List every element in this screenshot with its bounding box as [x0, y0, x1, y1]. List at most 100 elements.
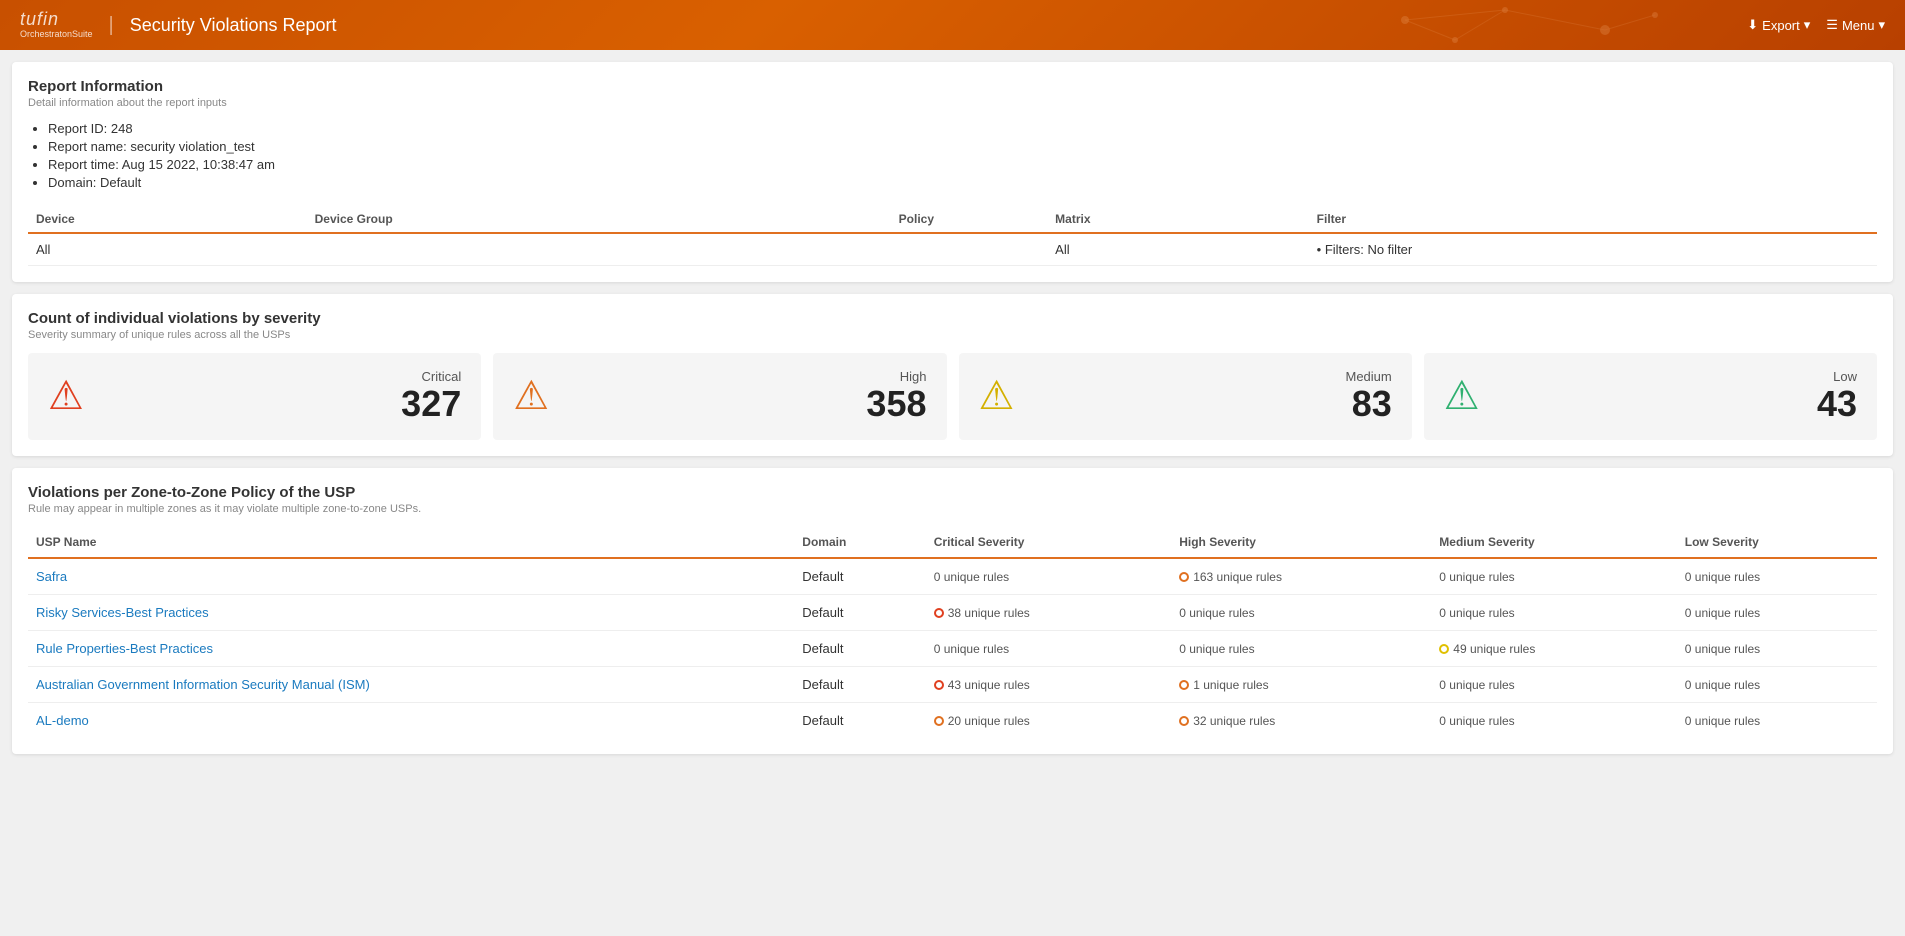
- severity-low-values: Low 43: [1817, 369, 1857, 424]
- bullet: •: [1317, 242, 1325, 257]
- report-info-card: Report Information Detail information ab…: [12, 62, 1893, 282]
- col-device: Device: [28, 206, 307, 233]
- col-medium-sev: Medium Severity: [1431, 527, 1676, 558]
- cell-usp-name[interactable]: Australian Government Information Securi…: [28, 666, 794, 702]
- col-critical-sev: Critical Severity: [926, 527, 1171, 558]
- severity-critical: ⚠ Critical 327: [28, 353, 481, 440]
- critical-icon: ⚠: [48, 373, 84, 419]
- list-item: Report name: security violation_test: [48, 139, 1877, 154]
- severity-low-count: 43: [1817, 384, 1857, 424]
- cell-low: 0 unique rules: [1677, 630, 1877, 666]
- cell-domain: Default: [794, 666, 925, 702]
- severity-critical-values: Critical 327: [401, 369, 461, 424]
- col-low-sev: Low Severity: [1677, 527, 1877, 558]
- download-icon: ⬇: [1747, 17, 1758, 33]
- cell-high: 0 unique rules: [1171, 594, 1431, 630]
- cell-device: All: [28, 233, 307, 266]
- severity-high: ⚠ High 358: [493, 353, 946, 440]
- export-button[interactable]: ⬇ Export ▾: [1747, 17, 1810, 33]
- low-icon: ⚠: [1444, 373, 1480, 419]
- cell-low: 0 unique rules: [1677, 702, 1877, 738]
- list-item: Report time: Aug 15 2022, 10:38:47 am: [48, 157, 1877, 172]
- cell-domain: Default: [794, 702, 925, 738]
- header: tufin OrchestratonSuite | Security Viola…: [0, 0, 1905, 50]
- col-device-group: Device Group: [307, 206, 786, 233]
- cell-low: 0 unique rules: [1677, 666, 1877, 702]
- report-info-title: Report Information: [28, 78, 1877, 95]
- severity-title: Count of individual violations by severi…: [28, 310, 1877, 327]
- cell-high: 163 unique rules: [1171, 558, 1431, 595]
- violations-table: USP Name Domain Critical Severity High S…: [28, 527, 1877, 738]
- col-high-sev: High Severity: [1171, 527, 1431, 558]
- col-domain: Domain: [794, 527, 925, 558]
- page-title: Security Violations Report: [130, 15, 337, 36]
- table-row: Rule Properties-Best Practices Default 0…: [28, 630, 1877, 666]
- cell-low: 0 unique rules: [1677, 594, 1877, 630]
- cell-critical: 0 unique rules: [926, 630, 1171, 666]
- table-row: Safra Default 0 unique rules 163 unique …: [28, 558, 1877, 595]
- cell-filter: • Filters: No filter: [1309, 233, 1877, 266]
- dot-red-icon: [934, 608, 944, 618]
- cell-policy: [786, 233, 1048, 266]
- cell-medium: 0 unique rules: [1431, 702, 1676, 738]
- cell-domain: Default: [794, 594, 925, 630]
- col-policy: Policy: [786, 206, 1048, 233]
- cell-domain: Default: [794, 630, 925, 666]
- report-info-subtitle: Detail information about the report inpu…: [28, 97, 1877, 109]
- cell-critical: 20 unique rules: [926, 702, 1171, 738]
- dot-red-icon: [934, 680, 944, 690]
- cell-high: 32 unique rules: [1171, 702, 1431, 738]
- cell-high: 0 unique rules: [1171, 630, 1431, 666]
- severity-high-values: High 358: [866, 369, 926, 424]
- severity-medium: ⚠ Medium 83: [959, 353, 1412, 440]
- cell-usp-name[interactable]: Safra: [28, 558, 794, 595]
- severity-high-label: High: [866, 369, 926, 384]
- cell-low: 0 unique rules: [1677, 558, 1877, 595]
- table-row: Risky Services-Best Practices Default 38…: [28, 594, 1877, 630]
- severity-subtitle: Severity summary of unique rules across …: [28, 329, 1877, 341]
- severity-medium-label: Medium: [1346, 369, 1392, 384]
- cell-high: 1 unique rules: [1171, 666, 1431, 702]
- cell-medium: 0 unique rules: [1431, 594, 1676, 630]
- cell-critical: 38 unique rules: [926, 594, 1171, 630]
- cell-usp-name[interactable]: Risky Services-Best Practices: [28, 594, 794, 630]
- col-matrix: Matrix: [1047, 206, 1309, 233]
- table-row: AL-demo Default 20 unique rules 32 uniqu…: [28, 702, 1877, 738]
- cell-device-group: [307, 233, 786, 266]
- chevron-down-icon: ▾: [1878, 17, 1885, 33]
- violations-card: Violations per Zone-to-Zone Policy of th…: [12, 468, 1893, 754]
- dot-orange-icon: [1179, 572, 1189, 582]
- menu-icon: ☰: [1826, 17, 1838, 33]
- menu-button[interactable]: ☰ Menu ▾: [1826, 17, 1885, 33]
- cell-critical: 0 unique rules: [926, 558, 1171, 595]
- filter-value: Filters: No filter: [1325, 242, 1412, 257]
- list-item: Report ID: 248: [48, 121, 1877, 136]
- dot-orange-icon: [934, 716, 944, 726]
- severity-low: ⚠ Low 43: [1424, 353, 1877, 440]
- cell-medium: 49 unique rules: [1431, 630, 1676, 666]
- header-right: ⬇ Export ▾ ☰ Menu ▾: [1747, 17, 1885, 33]
- medium-icon: ⚠: [979, 373, 1015, 419]
- chevron-down-icon: ▾: [1804, 17, 1811, 33]
- col-filter: Filter: [1309, 206, 1877, 233]
- cell-usp-name[interactable]: AL-demo: [28, 702, 794, 738]
- cell-medium: 0 unique rules: [1431, 558, 1676, 595]
- severity-critical-count: 327: [401, 384, 461, 424]
- cell-usp-name[interactable]: Rule Properties-Best Practices: [28, 630, 794, 666]
- cell-critical: 43 unique rules: [926, 666, 1171, 702]
- header-divider: |: [109, 14, 114, 37]
- report-info-list: Report ID: 248 Report name: security vio…: [28, 121, 1877, 190]
- severity-card: Count of individual violations by severi…: [12, 294, 1893, 456]
- cell-medium: 0 unique rules: [1431, 666, 1676, 702]
- severity-medium-values: Medium 83: [1346, 369, 1392, 424]
- cell-matrix: All: [1047, 233, 1309, 266]
- severity-medium-count: 83: [1346, 384, 1392, 424]
- severity-low-label: Low: [1817, 369, 1857, 384]
- dot-orange-icon: [1179, 680, 1189, 690]
- high-icon: ⚠: [513, 373, 549, 419]
- cell-domain: Default: [794, 558, 925, 595]
- violations-subtitle: Rule may appear in multiple zones as it …: [28, 503, 1877, 515]
- list-item: Domain: Default: [48, 175, 1877, 190]
- severity-high-count: 358: [866, 384, 926, 424]
- main-content: Report Information Detail information ab…: [0, 50, 1905, 766]
